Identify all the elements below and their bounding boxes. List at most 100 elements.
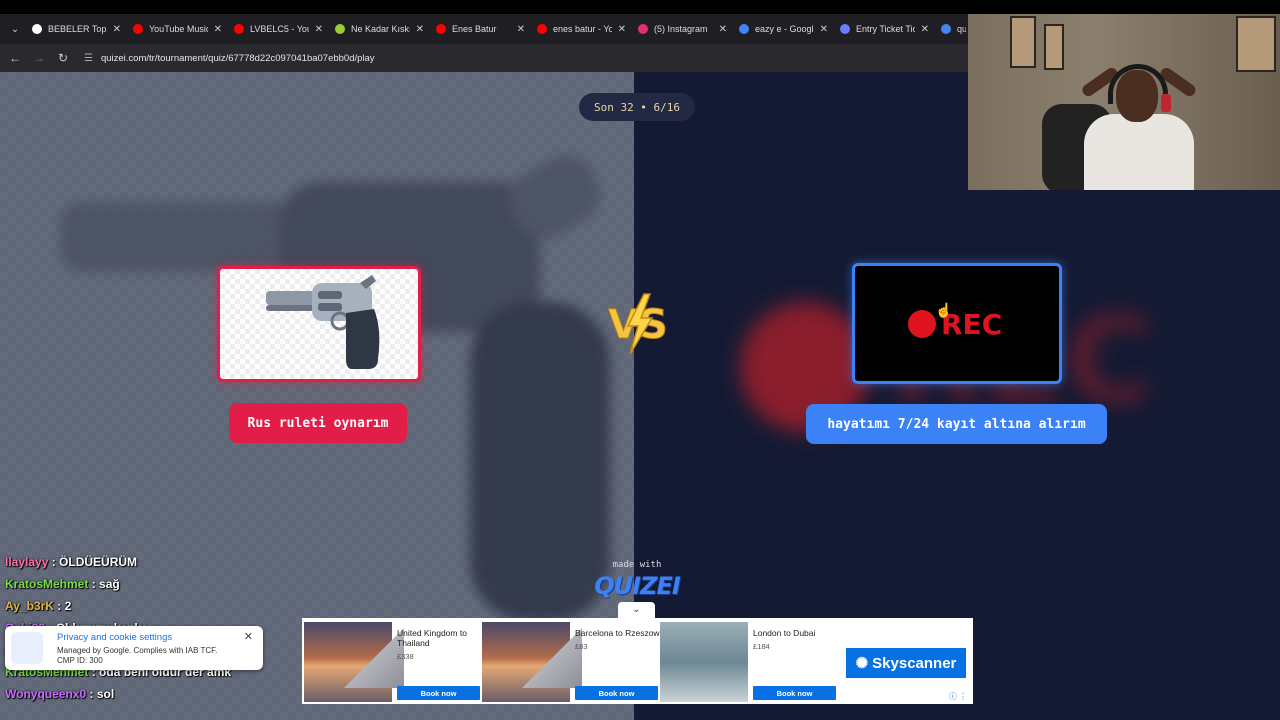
rec-dot-icon (908, 310, 936, 338)
close-tab-icon[interactable]: ✕ (416, 24, 424, 35)
privacy-title[interactable]: Privacy and cookie settings (57, 632, 172, 643)
youtube-icon (537, 24, 547, 34)
round-indicator: Son 32 • 6/16 (579, 93, 695, 121)
x-icon (32, 24, 42, 34)
made-with-text: made with (612, 560, 662, 570)
rec-image: REC (908, 308, 1002, 341)
tab-title: quiz (957, 24, 966, 34)
tab-search-chevron-icon[interactable]: ⌄ (4, 18, 26, 40)
tab-title: (5) Instagram (654, 24, 708, 34)
privacy-avatar-icon (11, 632, 43, 664)
tab-title: Enes Batur (452, 24, 497, 34)
forward-arrow-icon[interactable]: → (32, 51, 46, 65)
right-option-label-button[interactable]: hayatımı 7/24 kayıt altına alırım (806, 404, 1107, 444)
ad-route-title: Barcelona to Rzeszow (575, 628, 660, 638)
ad-image[interactable] (660, 622, 748, 702)
tab-title: BEBELER Toplu (48, 24, 107, 34)
youtube-icon (234, 24, 244, 34)
url-field[interactable]: ☰ quizei.com/tr/tournament/quiz/67778d22… (84, 53, 375, 64)
browser-tab[interactable]: quiz✕ (935, 14, 966, 44)
google-icon (941, 24, 951, 34)
skyscanner-logo[interactable]: ✺ Skyscanner (846, 648, 966, 678)
site-icon (840, 24, 850, 34)
browser-tab[interactable]: Enes Batur ✕ (430, 14, 531, 44)
hand-cursor-icon: ☝ (935, 302, 953, 318)
youtube-icon (436, 24, 446, 34)
book-now-button[interactable]: Book now (753, 686, 836, 700)
left-option-card[interactable] (217, 266, 421, 382)
browser-tab[interactable]: YouTube Music ✕ (127, 14, 228, 44)
close-tab-icon[interactable]: ✕ (517, 24, 525, 35)
screen: ⌄ BEBELER Toplu✕YouTube Music✕LVBELC5 - … (0, 0, 1280, 720)
tab-title: LVBELC5 - YouT (250, 24, 309, 34)
site-settings-icon[interactable]: ☰ (84, 53, 93, 64)
close-icon[interactable]: ✕ (244, 630, 253, 643)
close-tab-icon[interactable]: ✕ (214, 24, 222, 35)
chat-text: 2 (64, 599, 72, 613)
close-tab-icon[interactable]: ✕ (921, 24, 929, 35)
privacy-cookie-popup[interactable]: Privacy and cookie settings Managed by G… (5, 626, 263, 670)
ad-image[interactable] (304, 622, 404, 702)
ad-price: £83 (575, 642, 588, 651)
chat-text: sol (96, 687, 115, 701)
skyscanner-sun-icon: ✺ (855, 655, 869, 672)
book-now-button[interactable]: Book now (397, 686, 480, 700)
close-tab-icon[interactable]: ✕ (820, 24, 828, 35)
youtube-music-icon (133, 24, 143, 34)
ad-flight-offer[interactable]: Barcelona to Rzeszow £83 Book now (482, 622, 660, 702)
skyscanner-brand: Skyscanner (872, 654, 957, 672)
chat-username[interactable]: Ay_b3rK (5, 599, 54, 613)
site-icon (335, 24, 345, 34)
browser-tab[interactable]: enes batur - Yo ✕ (531, 14, 632, 44)
browser-tab[interactable]: LVBELC5 - YouT ✕ (228, 14, 329, 44)
ad-collapse-chevron-icon[interactable]: ⌄ (618, 602, 655, 618)
browser-tab[interactable]: eazy e - Googl ✕ (733, 14, 834, 44)
browser-tab-strip: ⌄ BEBELER Toplu✕YouTube Music✕LVBELC5 - … (0, 14, 968, 44)
tab-title: enes batur - Yo (553, 24, 612, 34)
privacy-cmp-id: CMP ID: 300 (57, 656, 103, 665)
tab-list: BEBELER Toplu✕YouTube Music✕LVBELC5 - Yo… (26, 14, 966, 44)
ad-flight-offer[interactable]: United Kingdom to Thailand £338 Book now (304, 622, 480, 702)
ad-price: £338 (397, 652, 414, 661)
chat-message: Ay_b3rK : 2 (5, 599, 72, 613)
chat-text: ÖLDÜEÜRÜM (59, 555, 138, 569)
browser-tab[interactable]: Entry Ticket Tic ✕ (834, 14, 935, 44)
ad-info-icon[interactable]: ⓘ ⋮ (949, 691, 967, 702)
close-tab-icon[interactable]: ✕ (618, 24, 626, 35)
google-icon (739, 24, 749, 34)
book-now-button[interactable]: Book now (575, 686, 658, 700)
vs-lightning-icon: VS (608, 293, 668, 355)
chat-message: Ilaylayy : ÖLDÜEÜRÜM (5, 555, 138, 569)
tab-title: Ne Kadar Kıskı (351, 24, 410, 34)
close-tab-icon[interactable]: ✕ (315, 24, 323, 35)
ad-route-title: United Kingdom to Thailand (397, 628, 467, 648)
left-option-label-button[interactable]: Rus ruleti oynarım (229, 403, 407, 443)
chat-username[interactable]: KratosMehmet (5, 577, 88, 591)
tab-title: Entry Ticket Tic (856, 24, 915, 34)
skyscanner-ad-banner[interactable]: United Kingdom to Thailand £338 Book now… (302, 618, 973, 704)
browser-tab[interactable]: BEBELER Toplu ✕ (26, 14, 127, 44)
chat-username[interactable]: Wonyqueenx0 (5, 687, 86, 701)
chat-message: Wonyqueenx0 : sol (5, 687, 115, 701)
close-tab-icon[interactable]: ✕ (719, 24, 727, 35)
ad-route-title: London to Dubai (753, 628, 816, 638)
quizei-logo[interactable]: QUIZEI (592, 572, 682, 600)
instagram-icon (638, 24, 648, 34)
browser-tab[interactable]: (5) Instagram ✕ (632, 14, 733, 44)
chat-username[interactable]: Ilaylayy (5, 555, 48, 569)
ad-flight-offer[interactable]: London to Dubai £184 Book now (660, 622, 836, 702)
back-arrow-icon[interactable]: ← (8, 51, 22, 65)
ad-price: £184 (753, 642, 770, 651)
ad-image[interactable] (482, 622, 582, 702)
webcam-overlay (968, 14, 1280, 190)
chat-text: sağ (99, 577, 120, 591)
reload-icon[interactable]: ↻ (56, 51, 70, 65)
browser-tab[interactable]: Ne Kadar Kıskı ✕ (329, 14, 430, 44)
tab-title: eazy e - Googl (755, 24, 814, 34)
right-option-card[interactable]: REC (852, 263, 1062, 384)
close-tab-icon[interactable]: ✕ (113, 24, 121, 35)
tab-title: YouTube Music (149, 24, 208, 34)
privacy-subtitle: Managed by Google. Complies with IAB TCF… (57, 646, 218, 655)
revolver-icon (266, 275, 380, 369)
chat-message: KratosMehmet : sağ (5, 577, 120, 591)
